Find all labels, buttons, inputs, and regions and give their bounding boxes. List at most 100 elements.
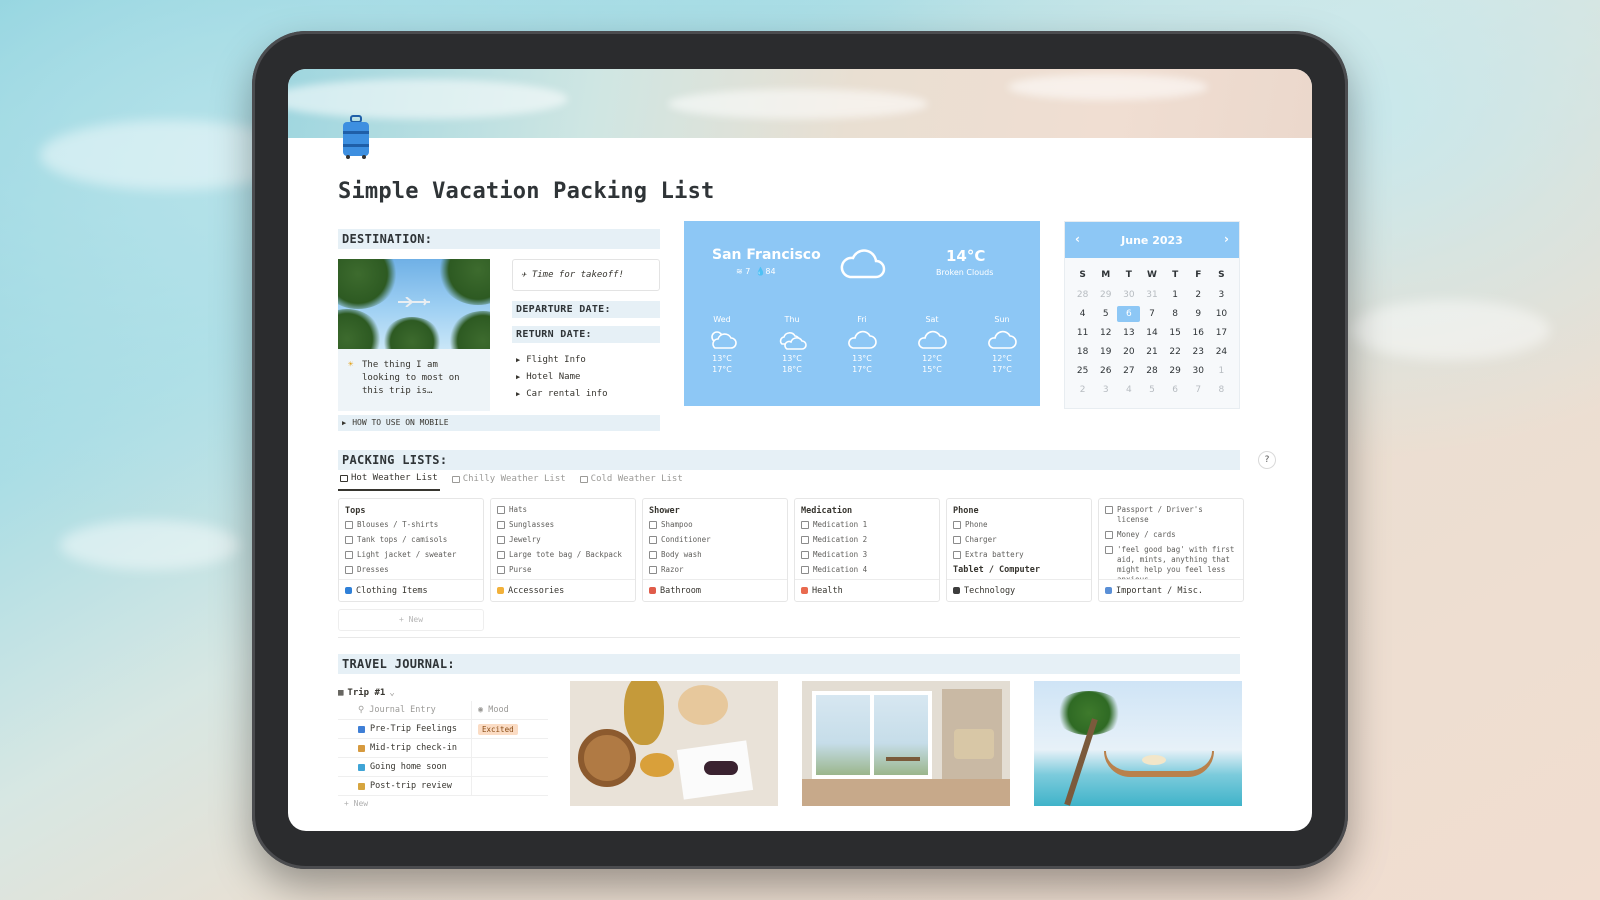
calendar-day[interactable]: 5 <box>1094 306 1117 322</box>
packing-card[interactable]: Hats Sunglasses Jewelry Large tote bag / Ba… <box>490 498 636 602</box>
calendar-day[interactable]: 5 <box>1140 382 1163 398</box>
calendar-day[interactable]: 7 <box>1140 306 1163 322</box>
calendar-day[interactable]: 15 <box>1164 325 1187 341</box>
calendar-day[interactable]: 29 <box>1164 363 1187 379</box>
packing-item[interactable]: Tank tops / camisols <box>345 535 477 545</box>
packing-item[interactable]: Medication 2 <box>801 535 933 545</box>
calendar-day[interactable]: 22 <box>1164 344 1187 360</box>
packing-item[interactable]: Jewelry <box>497 535 629 545</box>
packing-item[interactable]: Blouses / T-shirts <box>345 520 477 530</box>
checkbox[interactable] <box>497 551 505 559</box>
packing-item[interactable]: Purse <box>497 565 629 575</box>
new-card-button[interactable]: + New <box>338 609 484 631</box>
checkbox[interactable] <box>649 521 657 529</box>
calendar-day[interactable]: 8 <box>1164 306 1187 322</box>
checkbox[interactable] <box>801 551 809 559</box>
calendar-day[interactable]: 4 <box>1071 306 1094 322</box>
packing-card[interactable]: Tops Blouses / T-shirts Tank tops / camiso… <box>338 498 484 602</box>
calendar-day[interactable]: 18 <box>1071 344 1094 360</box>
calendar-day[interactable]: 27 <box>1117 363 1140 379</box>
toggle-flight-info[interactable]: Flight Info <box>516 355 586 365</box>
packing-item[interactable]: Body wash <box>649 550 781 560</box>
calendar-day[interactable]: 1 <box>1164 287 1187 303</box>
tab-cold-weather[interactable]: Cold Weather List <box>578 473 685 491</box>
packing-item[interactable]: Phone <box>953 520 1085 530</box>
calendar-day[interactable]: 11 <box>1071 325 1094 341</box>
calendar-day[interactable]: 30 <box>1187 363 1210 379</box>
packing-item[interactable]: Light jacket / sweater <box>345 550 477 560</box>
packing-item[interactable]: Charger <box>953 535 1085 545</box>
help-button[interactable]: ? <box>1258 451 1276 469</box>
journal-row[interactable]: Post-trip review <box>338 777 548 796</box>
luggage-icon[interactable] <box>340 115 372 159</box>
packing-card[interactable]: Phone Phone Charger Extra battery Tablet / C… <box>946 498 1092 602</box>
calendar-day[interactable]: 6 <box>1164 382 1187 398</box>
checkbox[interactable] <box>345 566 353 574</box>
checkbox[interactable] <box>801 566 809 574</box>
calendar-day[interactable]: 2 <box>1071 382 1094 398</box>
packing-item[interactable]: Passport / Driver's license <box>1105 505 1237 525</box>
packing-item[interactable]: Shampoo <box>649 520 781 530</box>
calendar-day[interactable]: 7 <box>1187 382 1210 398</box>
calendar-widget[interactable]: ‹ June 2023 › S M T W T F S 28 29 30 31 1 2 3 4 5 6 7 8 9 10… <box>1064 221 1240 409</box>
takeoff-callout[interactable]: ✈ Time for takeoff! <box>512 259 660 291</box>
checkbox[interactable] <box>801 536 809 544</box>
packing-item[interactable]: Hats <box>497 505 629 515</box>
packing-card[interactable]: ShowerShampooConditionerBody washRazorDe… <box>642 498 788 602</box>
tab-chilly-weather[interactable]: Chilly Weather List <box>450 473 568 491</box>
journal-row[interactable]: Pre-Trip Feelings Excited <box>338 720 548 739</box>
checkbox[interactable] <box>1105 506 1113 514</box>
calendar-day[interactable]: 9 <box>1187 306 1210 322</box>
checkbox[interactable] <box>649 536 657 544</box>
checkbox[interactable] <box>345 521 353 529</box>
calendar-day[interactable]: 3 <box>1210 287 1233 303</box>
calendar-day[interactable]: 28 <box>1071 287 1094 303</box>
calendar-day[interactable]: 14 <box>1140 325 1163 341</box>
packing-item[interactable]: Razor <box>649 565 781 575</box>
trip-note[interactable]: The thing I am looking to most on this t… <box>338 349 490 411</box>
calendar-day[interactable]: 17 <box>1210 325 1233 341</box>
journal-row[interactable]: Mid-trip check-in <box>338 739 548 758</box>
packing-item[interactable]: Medication 3 <box>801 550 933 560</box>
new-journal-entry-button[interactable]: + New <box>344 799 368 808</box>
checkbox[interactable] <box>953 551 961 559</box>
calendar-prev-icon[interactable]: ‹ <box>1075 232 1080 246</box>
calendar-day[interactable]: 8 <box>1210 382 1233 398</box>
calendar-day[interactable]: 24 <box>1210 344 1233 360</box>
calendar-day[interactable]: 6 <box>1117 306 1141 322</box>
checkbox[interactable] <box>1105 531 1113 539</box>
checkbox[interactable] <box>649 551 657 559</box>
packing-item[interactable]: 'feel good bag' with first aid, mints, a… <box>1105 545 1237 579</box>
packing-card[interactable]: Medication Medication 1 Medication 2 Medica… <box>794 498 940 602</box>
calendar-day[interactable]: 29 <box>1094 287 1117 303</box>
journal-row[interactable]: Going home soon <box>338 758 548 777</box>
calendar-day[interactable]: 10 <box>1210 306 1233 322</box>
packing-item[interactable]: Medication 4 <box>801 565 933 575</box>
calendar-day[interactable]: 21 <box>1140 344 1163 360</box>
tab-hot-weather[interactable]: Hot Weather List <box>338 473 440 491</box>
calendar-day[interactable]: 26 <box>1094 363 1117 379</box>
calendar-day[interactable]: 2 <box>1187 287 1210 303</box>
toggle-car-rental[interactable]: Car rental info <box>516 389 607 399</box>
calendar-day[interactable]: 28 <box>1140 363 1163 379</box>
checkbox[interactable] <box>497 536 505 544</box>
toggle-mobile-help[interactable]: HOW TO USE ON MOBILE <box>338 415 660 431</box>
checkbox[interactable] <box>953 521 961 529</box>
checkbox[interactable] <box>953 536 961 544</box>
calendar-day[interactable]: 19 <box>1094 344 1117 360</box>
calendar-day[interactable]: 13 <box>1117 325 1140 341</box>
checkbox[interactable] <box>345 551 353 559</box>
packing-item[interactable]: Dresses <box>345 565 477 575</box>
calendar-day[interactable]: 3 <box>1094 382 1117 398</box>
packing-item[interactable]: Money / cards <box>1105 530 1237 540</box>
checkbox[interactable] <box>497 506 505 514</box>
calendar-day[interactable]: 16 <box>1187 325 1210 341</box>
journal-view-selector[interactable]: ▦ Trip #1 ⌄ <box>338 688 395 698</box>
packing-item[interactable]: Large tote bag / Backpack <box>497 550 629 560</box>
packing-item[interactable]: Sunglasses <box>497 520 629 530</box>
weather-widget[interactable]: San Francisco ≋ 7 💧84 14°C Broken Clouds… <box>684 221 1040 406</box>
toggle-hotel-name[interactable]: Hotel Name <box>516 372 580 382</box>
packing-card[interactable]: Passport / Driver's license Money / cards… <box>1098 498 1244 602</box>
calendar-next-icon[interactable]: › <box>1224 232 1229 246</box>
packing-item[interactable]: Extra battery <box>953 550 1085 560</box>
